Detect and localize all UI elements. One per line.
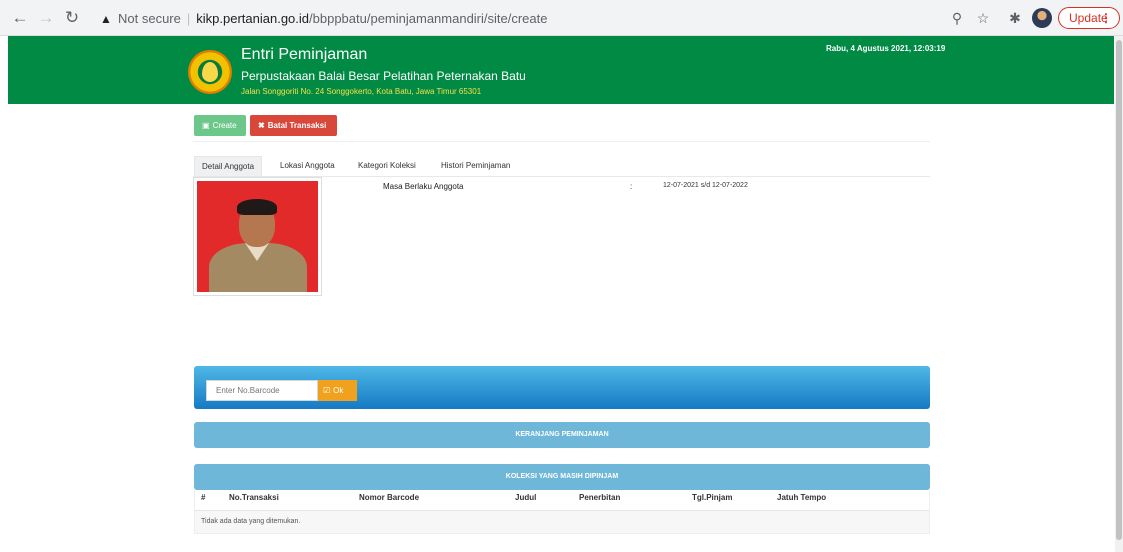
puzzle-icon[interactable]: ✱ bbox=[1006, 9, 1024, 27]
masa-berlaku-value: 12-07-2021 s/d 12-07-2022 bbox=[663, 182, 748, 189]
library-address: Jalan Songgoriti No. 24 Songgokerto, Kot… bbox=[241, 87, 482, 96]
profile-avatar[interactable] bbox=[1032, 8, 1052, 28]
star-icon[interactable]: ☆ bbox=[974, 9, 992, 27]
menu-dots-icon: ⋮ bbox=[1100, 11, 1112, 25]
zoom-icon[interactable]: ⚲ bbox=[948, 9, 966, 27]
column-header: Tgl.Pinjam bbox=[692, 493, 733, 502]
url-separator: | bbox=[186, 10, 191, 26]
not-secure-label: Not secure bbox=[118, 10, 181, 26]
reload-icon[interactable]: ↻ bbox=[62, 8, 82, 28]
column-header: # bbox=[201, 493, 206, 502]
column-header: No.Transaksi bbox=[229, 493, 279, 502]
check-square-icon: ☑ bbox=[323, 386, 331, 395]
back-arrow-icon[interactable]: ← bbox=[10, 8, 30, 28]
tab-detail-anggota[interactable]: Detail Anggota bbox=[194, 156, 263, 176]
column-header: Judul bbox=[515, 493, 537, 502]
update-button[interactable]: Update ⋮ bbox=[1058, 7, 1120, 29]
warning-icon: ▲ bbox=[100, 12, 112, 26]
column-header: Jatuh Tempo bbox=[777, 493, 827, 502]
page-scrollbar[interactable] bbox=[1115, 36, 1123, 552]
koleksi-dipinjam-header: KOLEKSI YANG MASIH DIPINJAM bbox=[194, 464, 930, 490]
header-datetime: Rabu, 4 Agustus 2021, 12:03:19 bbox=[826, 44, 946, 53]
url-host: kikp.pertanian.go.id bbox=[196, 10, 310, 26]
column-header: Penerbitan bbox=[579, 493, 621, 502]
barcode-input[interactable] bbox=[206, 380, 318, 401]
app-header: Entri Peminjaman Perpustakaan Balai Besa… bbox=[8, 36, 1114, 104]
ok-button[interactable]: ☑ Ok bbox=[318, 380, 357, 401]
create-button[interactable]: ▣ Create bbox=[194, 115, 246, 136]
url-path: /bbppbatu/peminjamanmandiri/site/create bbox=[309, 10, 548, 26]
tab-histori-peminjaman[interactable]: Histori Peminjaman bbox=[434, 156, 517, 176]
create-label: Create bbox=[212, 121, 237, 130]
library-name: Perpustakaan Balai Besar Pelatihan Peter… bbox=[241, 69, 526, 83]
keranjang-peminjaman-header: KERANJANG PEMINJAMAN bbox=[194, 422, 930, 448]
forward-arrow-icon[interactable]: → bbox=[36, 8, 56, 28]
loan-table: # No.Transaksi Nomor Barcode Judul Pener… bbox=[194, 490, 930, 534]
tab-kategori-koleksi[interactable]: Kategori Koleksi bbox=[351, 156, 423, 176]
barcode-panel: ☑Ok bbox=[194, 366, 930, 409]
scrollbar-thumb[interactable] bbox=[1116, 40, 1122, 540]
logo-icon bbox=[188, 50, 232, 94]
tab-lokasi-anggota[interactable]: Lokasi Anggota bbox=[273, 156, 342, 176]
browser-toolbar: ← → ↻ ▲ Not secure | kikp.pertanian.go.i… bbox=[0, 0, 1123, 36]
times-icon: ✖ bbox=[258, 121, 265, 130]
empty-table-message: Tidak ada data yang ditemukan. bbox=[195, 511, 929, 533]
page-title: Entri Peminjaman bbox=[241, 46, 368, 63]
batal-label: Batal Transaksi bbox=[267, 121, 327, 130]
member-photo bbox=[193, 177, 322, 296]
address-bar[interactable]: ▲ Not secure | kikp.pertanian.go.id /bbp… bbox=[92, 5, 942, 31]
batal-transaksi-button[interactable]: ✖ Batal Transaksi bbox=[250, 115, 337, 136]
floppy-icon: ▣ bbox=[202, 121, 210, 130]
divider bbox=[193, 141, 930, 142]
detail-colon: : bbox=[630, 182, 633, 191]
ok-label: Ok bbox=[333, 386, 344, 395]
masa-berlaku-label: Masa Berlaku Anggota bbox=[383, 182, 464, 191]
column-header: Nomor Barcode bbox=[359, 493, 420, 502]
